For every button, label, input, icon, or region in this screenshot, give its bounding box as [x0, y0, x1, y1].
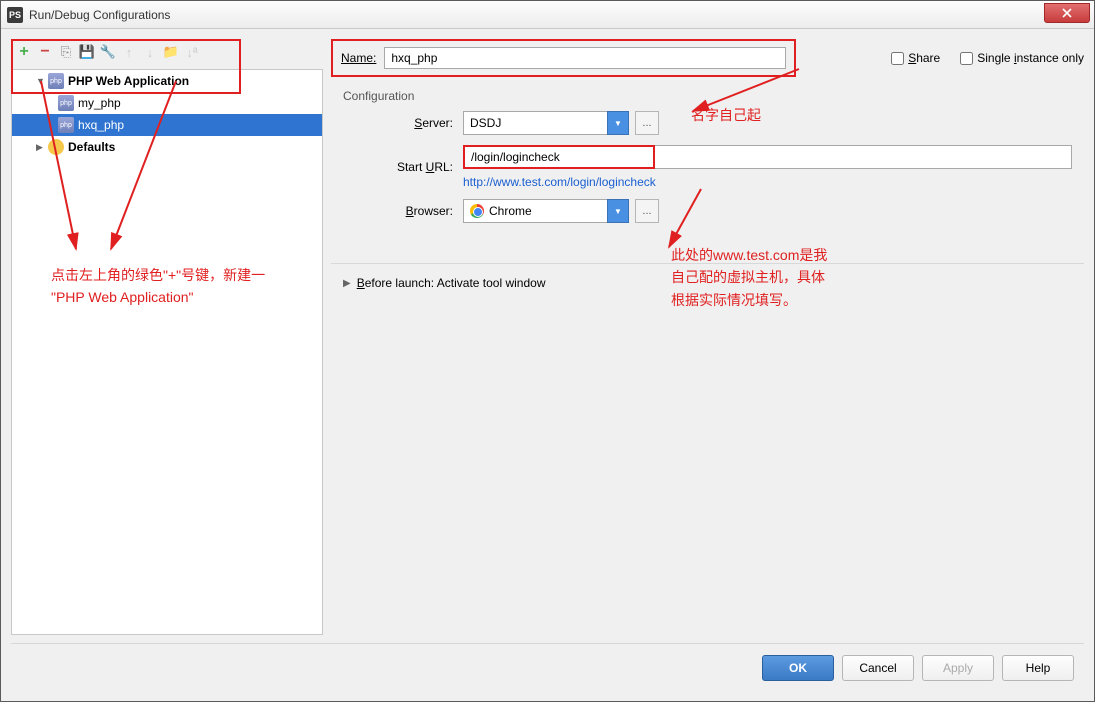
server-combo[interactable]: ▼	[463, 111, 629, 135]
before-launch-expand-icon[interactable]: ▶	[343, 278, 351, 289]
php-item-icon: php	[58, 117, 74, 133]
remove-config-button[interactable]: −	[36, 43, 54, 61]
server-label: Server:	[361, 116, 453, 130]
add-config-button[interactable]: +	[15, 43, 33, 61]
titlebar: PS Run/Debug Configurations	[1, 1, 1094, 29]
dialog-body: + − ⎘ 💾 🔧 ↑ ↓ 📁 ↓ª ▼ php PHP Web Applica…	[1, 29, 1094, 701]
help-button[interactable]: Help	[1002, 655, 1074, 681]
highlight-box-name: Name:	[331, 39, 796, 77]
button-bar: OK Cancel Apply Help	[11, 643, 1084, 691]
move-up-button[interactable]: ↑	[120, 43, 138, 61]
tree-label: hxq_php	[78, 118, 124, 132]
browser-label: Browser:	[361, 204, 453, 218]
apply-button: Apply	[922, 655, 994, 681]
ok-button[interactable]: OK	[762, 655, 834, 681]
expand-arrow-icon[interactable]: ▼	[36, 76, 48, 86]
run-debug-config-window: PS Run/Debug Configurations + − ⎘ 💾 🔧 ↑ …	[0, 0, 1095, 702]
before-launch-section: ▶ Before launch: Activate tool window	[331, 263, 1084, 290]
sort-button[interactable]: ↓ª	[183, 43, 201, 61]
server-combo-dropdown[interactable]: ▼	[607, 111, 629, 135]
chrome-icon	[470, 204, 484, 218]
tree-node-php-web-app[interactable]: ▼ php PHP Web Application	[12, 70, 322, 92]
name-label: Name:	[341, 51, 376, 65]
copy-config-button[interactable]: ⎘	[57, 43, 75, 61]
expand-arrow-icon[interactable]: ▶	[36, 142, 48, 153]
defaults-icon	[48, 139, 64, 155]
tree-label: Defaults	[68, 140, 115, 154]
move-down-button[interactable]: ↓	[141, 43, 159, 61]
configuration-legend: Configuration	[331, 85, 1084, 111]
close-button[interactable]	[1044, 3, 1090, 23]
left-panel: + − ⎘ 💾 🔧 ↑ ↓ 📁 ↓ª ▼ php PHP Web Applica…	[11, 39, 323, 635]
starturl-label: Start URL:	[361, 160, 453, 174]
share-checkbox-label[interactable]: Share	[891, 51, 940, 65]
start-url-input[interactable]	[463, 145, 655, 169]
server-combo-input[interactable]	[463, 111, 607, 135]
cancel-button[interactable]: Cancel	[842, 655, 914, 681]
before-launch-label: Before launch: Activate tool window	[357, 276, 546, 290]
right-panel: Name: Share Single instance only Configu…	[331, 39, 1084, 635]
tree-label: my_php	[78, 96, 121, 110]
window-title: Run/Debug Configurations	[29, 8, 1044, 22]
server-browse-button[interactable]: ...	[635, 111, 659, 135]
php-group-icon: php	[48, 73, 64, 89]
tree-label: PHP Web Application	[68, 74, 189, 88]
edit-defaults-button[interactable]: 🔧	[99, 43, 117, 61]
config-panel: Configuration Server: ▼ ...	[331, 85, 1084, 635]
tree-item-hxq-php[interactable]: php hxq_php	[12, 114, 322, 136]
config-toolbar: + − ⎘ 💾 🔧 ↑ ↓ 📁 ↓ª	[11, 39, 323, 65]
single-instance-checkbox[interactable]	[960, 52, 973, 65]
browser-combo-display[interactable]: Chrome	[463, 199, 607, 223]
browser-combo-dropdown[interactable]: ▼	[607, 199, 629, 223]
php-item-icon: php	[58, 95, 74, 111]
folder-button[interactable]: 📁	[162, 43, 180, 61]
config-tree[interactable]: ▼ php PHP Web Application php my_php php…	[11, 69, 323, 635]
name-row: Name: Share Single instance only	[331, 39, 1084, 85]
name-input[interactable]	[384, 47, 786, 69]
tree-node-defaults[interactable]: ▶ Defaults	[12, 136, 322, 158]
start-url-input-tail[interactable]	[655, 145, 1072, 169]
app-icon: PS	[7, 7, 23, 23]
browser-combo[interactable]: Chrome ▼	[463, 199, 629, 223]
browser-browse-button[interactable]: ...	[635, 199, 659, 223]
full-url-link[interactable]: http://www.test.com/login/logincheck	[463, 175, 1072, 189]
browser-value: Chrome	[489, 204, 532, 218]
tree-item-my-php[interactable]: php my_php	[12, 92, 322, 114]
share-checkbox[interactable]	[891, 52, 904, 65]
save-config-button[interactable]: 💾	[78, 43, 96, 61]
single-instance-checkbox-label[interactable]: Single instance only	[960, 51, 1084, 65]
